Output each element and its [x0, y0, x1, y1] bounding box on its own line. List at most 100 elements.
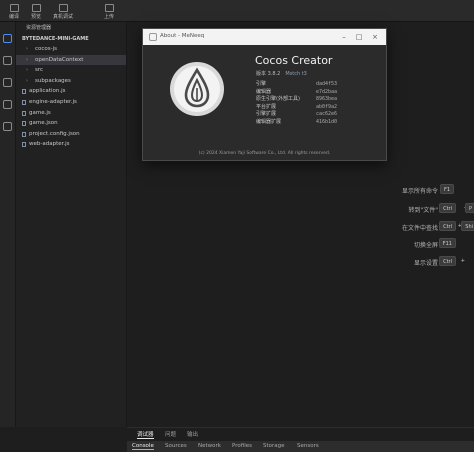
- tab-debugger[interactable]: 调试器: [137, 430, 154, 439]
- preview-button[interactable]: 预览: [25, 4, 47, 20]
- shortcut-key: P: [464, 203, 474, 213]
- shortcut-label: 转到"文件": [408, 207, 438, 214]
- remote-debug-label: 真机调试: [52, 14, 73, 20]
- devtools-tabbar: Console Sources Network Profiles Storage…: [127, 441, 474, 452]
- explorer-icon[interactable]: [3, 34, 12, 43]
- file-icon: [22, 131, 26, 137]
- remote-debug-button[interactable]: 真机调试: [49, 4, 77, 20]
- tree-item-label: subpackages: [35, 77, 71, 84]
- source-control-icon[interactable]: [3, 78, 12, 87]
- compile-icon: [9, 4, 19, 12]
- product-name: Cocos Creator: [255, 54, 333, 67]
- minimize-icon[interactable]: –: [339, 32, 349, 42]
- compile-button[interactable]: 编译: [3, 4, 25, 20]
- chevron-right-icon: ›: [26, 67, 28, 74]
- tree-item-label: game.json: [29, 120, 58, 127]
- info-value: cac62e6: [316, 111, 338, 118]
- tree-item-label: application.js: [29, 88, 66, 95]
- maximize-icon[interactable]: □: [354, 32, 364, 42]
- version-label: 版本 3.8.2: [256, 71, 281, 77]
- dialog-title: About - MeNeeq: [160, 33, 205, 39]
- shortcut-hint: 切换全屏 F11: [274, 238, 474, 250]
- info-key: 原生引擎(外部工具): [256, 96, 300, 103]
- version-tag: Mstch t3: [285, 71, 307, 77]
- tree-item-label: web-adapter.js: [29, 141, 70, 148]
- tab-network[interactable]: Network: [198, 443, 221, 449]
- debug-icon[interactable]: [3, 100, 12, 109]
- info-row: 编辑器扩展 416b1d0: [256, 119, 371, 127]
- info-row: 引擎 dad4f53: [256, 81, 371, 89]
- tree-item-label: game.js: [29, 109, 51, 116]
- shortcut-key: Ctrl: [439, 256, 456, 266]
- shortcut-hint: 在文件中查找 Ctrl + Shi: [274, 221, 474, 233]
- shortcut-label: 显示设置: [413, 260, 438, 267]
- search-icon[interactable]: [3, 56, 12, 65]
- tab-output[interactable]: 输出: [187, 430, 198, 438]
- tree-item-folder[interactable]: › openDataContext: [16, 54, 126, 66]
- shortcut-plus: +: [460, 258, 465, 264]
- tree-item-file[interactable]: engine-adapter.js: [16, 97, 126, 108]
- tab-problems[interactable]: 问题: [165, 430, 176, 438]
- bottom-panel: 调试器 问题 输出 Console Sources Network Profil…: [127, 427, 474, 452]
- shortcut-key: Ctrl: [439, 203, 456, 213]
- file-icon: [22, 142, 26, 148]
- cocos-logo-icon: [170, 62, 224, 116]
- activity-bar: [0, 22, 16, 427]
- shortcut-label: 显示所有命令: [401, 188, 438, 195]
- tab-profiles[interactable]: Profiles: [232, 443, 252, 449]
- shortcut-hint: 显示设置 Ctrl +: [274, 256, 474, 268]
- dialog-titlebar[interactable]: About - MeNeeq – □ ×: [143, 29, 386, 45]
- tree-item-file[interactable]: game.js: [16, 108, 126, 119]
- tab-sensors[interactable]: Sensors: [297, 443, 319, 449]
- file-icon: [22, 99, 26, 105]
- info-key: 引擎: [256, 81, 267, 87]
- shortcut-hint: 显示所有命令 F1: [274, 184, 474, 196]
- info-row: 原生引擎(外部工具) 8963bea: [256, 96, 371, 104]
- shortcut-label: 切换全屏: [413, 242, 438, 249]
- chevron-right-icon: ›: [26, 56, 28, 63]
- tree-item-file[interactable]: web-adapter.js: [16, 139, 126, 150]
- extensions-icon[interactable]: [3, 122, 12, 131]
- preview-label: 预览: [30, 14, 41, 20]
- tree-item-label: openDataContext: [35, 56, 84, 63]
- tree-item-folder[interactable]: › src: [16, 65, 126, 76]
- explorer-sidebar: 资源管理器 BYTEDANCE-MINI-GAME › cocos-js › o…: [16, 22, 127, 427]
- about-dialog: About - MeNeeq – □ × Cocos Creator 版本 3.…: [142, 28, 387, 161]
- info-value: 8963bea: [316, 96, 338, 103]
- preview-icon: [31, 4, 41, 12]
- tree-item-file[interactable]: project.config.json: [16, 129, 126, 140]
- shortcut-key: Shi: [461, 221, 474, 231]
- info-value: ab0f9a2: [316, 103, 338, 110]
- tree-item-folder[interactable]: › subpackages: [16, 76, 126, 87]
- info-value: e7d2baa: [316, 88, 338, 95]
- info-value: 416b1d0: [316, 118, 338, 125]
- upload-button[interactable]: 上传: [98, 4, 120, 20]
- tab-sources[interactable]: Sources: [165, 443, 187, 449]
- version-line: 版本 3.8.2 Mstch t3: [256, 70, 307, 77]
- project-root[interactable]: BYTEDANCE-MINI-GAME: [16, 34, 126, 44]
- info-key: 编辑器扩展: [256, 118, 282, 125]
- tree-item-file[interactable]: game.json: [16, 118, 126, 129]
- tab-console[interactable]: Console: [132, 443, 154, 450]
- upload-label: 上传: [103, 14, 114, 20]
- shortcut-key: Ctrl: [439, 221, 456, 231]
- tab-storage[interactable]: Storage: [263, 443, 285, 449]
- top-toolbar: 编译 预览 真机调试 上传: [0, 0, 474, 22]
- tree-item-file[interactable]: application.js: [16, 86, 126, 97]
- close-icon[interactable]: ×: [370, 32, 380, 42]
- info-row: 引擎扩展 cac62e6: [256, 111, 371, 119]
- upload-icon: [104, 4, 114, 12]
- tree-item-folder[interactable]: › cocos-js: [16, 44, 126, 55]
- file-icon: [22, 110, 26, 116]
- compile-label: 编译: [8, 14, 19, 20]
- shortcut-key: F11: [438, 238, 456, 248]
- app-icon: [149, 33, 157, 41]
- tree-item-label: project.config.json: [29, 130, 80, 137]
- tree-item-label: cocos-js: [35, 46, 58, 52]
- file-icon: [22, 121, 26, 127]
- shortcut-key: F1: [439, 184, 454, 194]
- chevron-right-icon: ›: [26, 46, 28, 52]
- debug-icon: [58, 4, 68, 12]
- tree-item-label: src: [35, 67, 44, 74]
- chevron-right-icon: ›: [26, 77, 28, 84]
